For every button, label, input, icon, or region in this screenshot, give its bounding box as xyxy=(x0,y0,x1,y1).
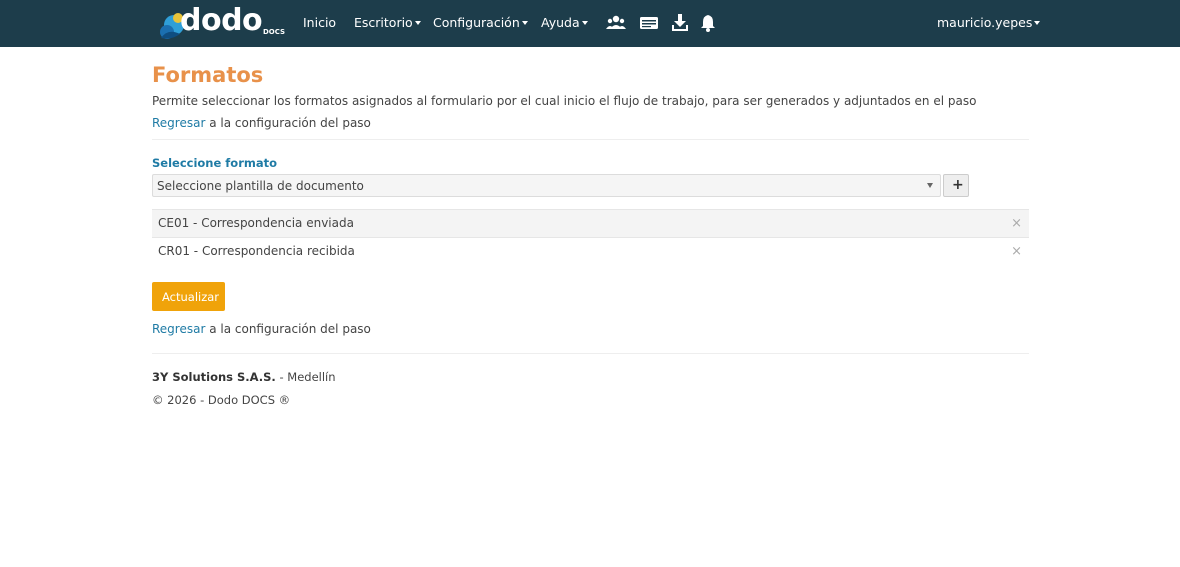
back-text-bottom: a la configuración del paso xyxy=(205,322,371,336)
plus-icon: + xyxy=(952,177,964,193)
format-list-item[interactable]: CE01 - Correspondencia enviada × xyxy=(152,209,1029,238)
nav-escritorio-label: Escritorio xyxy=(354,15,413,30)
update-button-label: Actualizar xyxy=(162,290,220,304)
footer-company: 3Y Solutions S.A.S. - Medellín xyxy=(152,370,336,384)
format-item-label: CE01 - Correspondencia enviada xyxy=(158,216,354,230)
id-card-icon[interactable] xyxy=(639,13,659,33)
bell-icon[interactable] xyxy=(698,13,718,33)
company-location: - Medellín xyxy=(275,370,336,384)
divider xyxy=(152,353,1029,354)
footer-copyright: © 2026 - Dodo DOCS ® xyxy=(152,393,291,407)
chevron-down-icon xyxy=(1034,21,1041,25)
back-line-bottom: Regresar a la configuración del paso xyxy=(152,322,371,336)
remove-icon[interactable]: × xyxy=(1011,244,1022,259)
divider xyxy=(152,139,1029,140)
dropdown-arrow-icon xyxy=(927,183,933,188)
chevron-down-icon xyxy=(414,21,421,25)
logo-text: dodo xyxy=(180,3,263,38)
page-title: Formatos xyxy=(152,63,264,87)
template-select-placeholder: Seleccione plantilla de documento xyxy=(157,179,364,193)
users-icon[interactable] xyxy=(606,13,626,33)
back-link-bottom[interactable]: Regresar xyxy=(152,322,205,336)
nav-ayuda-label: Ayuda xyxy=(541,15,580,30)
user-menu-dropdown[interactable]: mauricio.yepes xyxy=(937,15,1041,30)
add-format-button[interactable]: + xyxy=(943,174,969,197)
nav-escritorio-dropdown[interactable]: Escritorio xyxy=(354,15,421,30)
format-field-label: Seleccione formato xyxy=(152,156,278,170)
update-button[interactable]: Actualizar xyxy=(152,282,225,311)
nav-configuracion-label: Configuración xyxy=(433,15,520,30)
remove-icon[interactable]: × xyxy=(1011,216,1022,231)
chevron-down-icon xyxy=(581,21,588,25)
nav-ayuda-dropdown[interactable]: Ayuda xyxy=(541,15,588,30)
company-name: 3Y Solutions S.A.S. xyxy=(152,370,276,384)
page-description: Permite seleccionar los formatos asignad… xyxy=(152,94,977,108)
chevron-down-icon xyxy=(521,21,528,25)
format-list-item[interactable]: CR01 - Correspondencia recibida × xyxy=(152,238,1029,267)
back-link-top[interactable]: Regresar xyxy=(152,116,205,130)
nav-configuracion-dropdown[interactable]: Configuración xyxy=(433,15,528,30)
format-item-label: CR01 - Correspondencia recibida xyxy=(158,244,355,258)
top-navbar: dodo DOCS Inicio Escritorio Configuració… xyxy=(0,0,1180,47)
user-name: mauricio.yepes xyxy=(937,15,1033,30)
back-line-top: Regresar a la configuración del paso xyxy=(152,116,371,130)
template-select[interactable]: Seleccione plantilla de documento xyxy=(152,174,941,197)
back-text-top: a la configuración del paso xyxy=(205,116,371,130)
dodo-logo[interactable]: dodo DOCS xyxy=(158,3,286,42)
nav-inicio[interactable]: Inicio xyxy=(303,15,336,30)
download-icon[interactable] xyxy=(670,13,690,33)
logo-subtext: DOCS xyxy=(263,28,286,36)
